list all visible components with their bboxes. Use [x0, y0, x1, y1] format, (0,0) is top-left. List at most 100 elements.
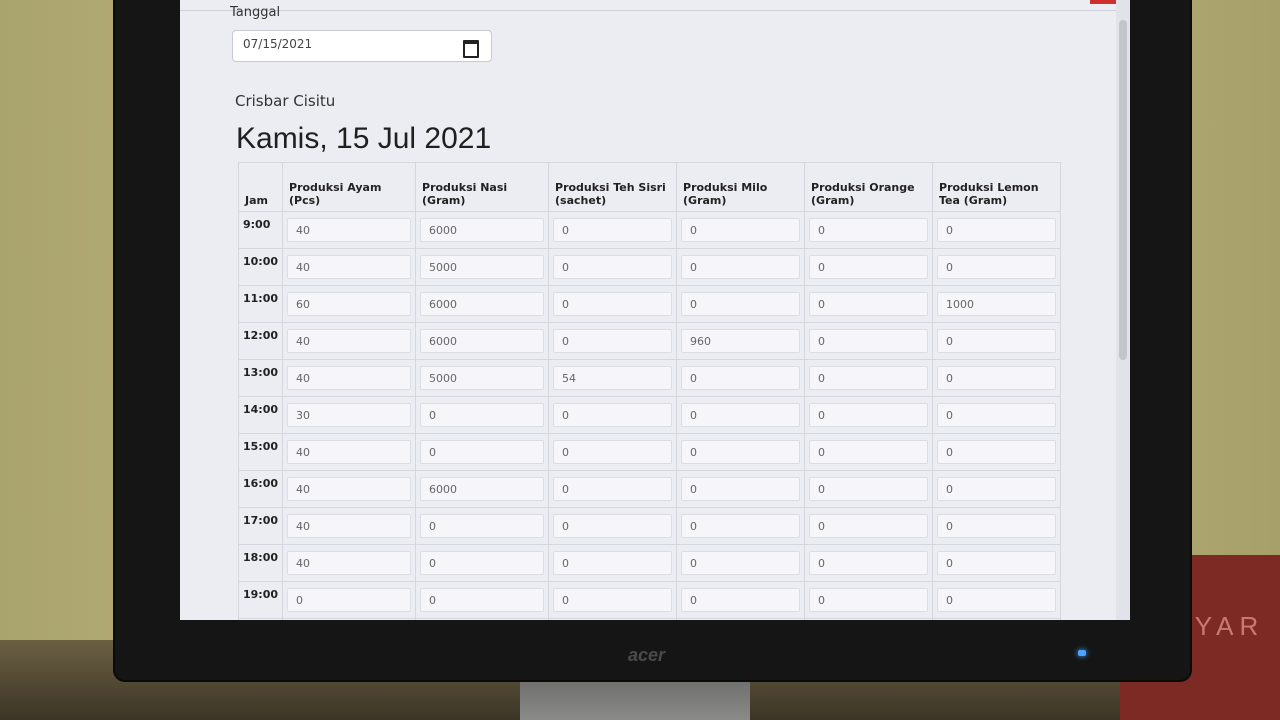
table-cell: 0 — [676, 581, 806, 619]
orange-input[interactable]: 0 — [809, 477, 929, 501]
scrollbar-thumb[interactable] — [1119, 20, 1127, 360]
lemon-tea-input[interactable]: 0 — [937, 218, 1057, 242]
milo-input[interactable]: 0 — [681, 514, 801, 538]
lemon-tea-input[interactable]: 0 — [937, 440, 1057, 464]
table-cell: 0 — [676, 285, 806, 323]
ayam-input[interactable]: 30 — [287, 403, 412, 427]
table-cell: 0 — [548, 581, 678, 619]
table-cell: 0 — [932, 322, 1062, 360]
lemon-tea-input[interactable]: 0 — [937, 477, 1057, 501]
monitor-brand-logo: acer — [628, 645, 666, 665]
lemon-tea-input[interactable]: 0 — [937, 588, 1057, 612]
table-cell: 0 — [676, 396, 806, 434]
milo-input[interactable]: 0 — [681, 366, 801, 390]
milo-input[interactable]: 0 — [681, 588, 801, 612]
lemon-tea-input[interactable]: 0 — [937, 366, 1057, 390]
lemon-tea-input[interactable]: 0 — [937, 329, 1057, 353]
teh-input[interactable]: 0 — [553, 440, 673, 464]
calendar-icon[interactable] — [463, 40, 479, 58]
ayam-input[interactable]: 40 — [287, 440, 412, 464]
milo-input[interactable]: 0 — [681, 440, 801, 464]
table-cell: 0 — [932, 581, 1062, 619]
orange-input[interactable]: 0 — [809, 292, 929, 316]
orange-input[interactable]: 0 — [809, 218, 929, 242]
nasi-input[interactable]: 6000 — [420, 218, 545, 242]
table-cell: 0 — [804, 618, 934, 620]
nasi-input[interactable]: 5000 — [420, 366, 545, 390]
table-cell: 0 — [932, 470, 1062, 508]
teh-input[interactable]: 0 — [553, 477, 673, 501]
table-cell: 6000 — [415, 211, 550, 249]
table-cell: 0 — [415, 396, 550, 434]
milo-input[interactable]: 960 — [681, 329, 801, 353]
time-label: 20:00 — [237, 618, 284, 620]
lemon-tea-input[interactable]: 1000 — [937, 292, 1057, 316]
milo-input[interactable]: 0 — [681, 255, 801, 279]
teh-input[interactable]: 0 — [553, 218, 673, 242]
teh-input[interactable]: 54 — [553, 366, 673, 390]
nasi-input[interactable]: 0 — [420, 403, 545, 427]
orange-input[interactable]: 0 — [809, 514, 929, 538]
vertical-scrollbar[interactable] — [1116, 0, 1130, 620]
milo-input[interactable]: 0 — [681, 292, 801, 316]
teh-input[interactable]: 0 — [553, 329, 673, 353]
column-header: Produksi Ayam (Pcs) — [282, 162, 417, 212]
nasi-input[interactable]: 0 — [420, 588, 545, 612]
ayam-input[interactable]: 40 — [287, 218, 412, 242]
ayam-input[interactable]: 40 — [287, 551, 412, 575]
ayam-input[interactable]: 40 — [287, 255, 412, 279]
table-cell: 40 — [282, 211, 417, 249]
column-header: Produksi Milo (Gram) — [676, 162, 806, 212]
table-cell: 0 — [548, 248, 678, 286]
table-cell: 0 — [804, 433, 934, 471]
nasi-input[interactable]: 0 — [420, 551, 545, 575]
ayam-input[interactable]: 40 — [287, 329, 412, 353]
lemon-tea-input[interactable]: 0 — [937, 403, 1057, 427]
date-input[interactable]: 07/15/2021 — [232, 30, 492, 62]
teh-input[interactable]: 0 — [553, 551, 673, 575]
nasi-input[interactable]: 0 — [420, 514, 545, 538]
table-cell: 0 — [548, 507, 678, 545]
nasi-input[interactable]: 6000 — [420, 477, 545, 501]
nasi-input[interactable]: 6000 — [420, 292, 545, 316]
table-cell: 0 — [804, 211, 934, 249]
ayam-input[interactable]: 0 — [287, 588, 412, 612]
lemon-tea-input[interactable]: 0 — [937, 514, 1057, 538]
teh-input[interactable]: 0 — [553, 255, 673, 279]
milo-input[interactable]: 0 — [681, 477, 801, 501]
nasi-input[interactable]: 5000 — [420, 255, 545, 279]
orange-input[interactable]: 0 — [809, 588, 929, 612]
nasi-input[interactable]: 0 — [420, 440, 545, 464]
nasi-input[interactable]: 6000 — [420, 329, 545, 353]
ayam-input[interactable]: 40 — [287, 514, 412, 538]
teh-input[interactable]: 0 — [553, 514, 673, 538]
table-cell: 0 — [676, 507, 806, 545]
orange-input[interactable]: 0 — [809, 329, 929, 353]
table-cell: 40 — [282, 544, 417, 582]
date-label: Tanggal — [230, 5, 281, 20]
table-cell: 40 — [282, 433, 417, 471]
milo-input[interactable]: 0 — [681, 218, 801, 242]
lemon-tea-input[interactable]: 0 — [937, 255, 1057, 279]
teh-input[interactable]: 0 — [553, 588, 673, 612]
table-cell: 0 — [676, 359, 806, 397]
teh-input[interactable]: 0 — [553, 292, 673, 316]
table-cell: 40 — [282, 507, 417, 545]
table-cell: 0 — [415, 544, 550, 582]
ayam-input[interactable]: 40 — [287, 366, 412, 390]
orange-input[interactable]: 0 — [809, 255, 929, 279]
time-label: 14:00 — [237, 396, 284, 434]
teh-input[interactable]: 0 — [553, 403, 673, 427]
milo-input[interactable]: 0 — [681, 403, 801, 427]
table-header-row: Jam Produksi Ayam (Pcs) Produksi Nasi (G… — [237, 162, 1062, 212]
orange-input[interactable]: 0 — [809, 366, 929, 390]
ayam-input[interactable]: 60 — [287, 292, 412, 316]
table-cell: 6000 — [415, 322, 550, 360]
milo-input[interactable]: 0 — [681, 551, 801, 575]
orange-input[interactable]: 0 — [809, 403, 929, 427]
orange-input[interactable]: 0 — [809, 551, 929, 575]
ayam-input[interactable]: 40 — [287, 477, 412, 501]
lemon-tea-input[interactable]: 0 — [937, 551, 1057, 575]
time-label: 19:00 — [237, 581, 284, 619]
orange-input[interactable]: 0 — [809, 440, 929, 464]
